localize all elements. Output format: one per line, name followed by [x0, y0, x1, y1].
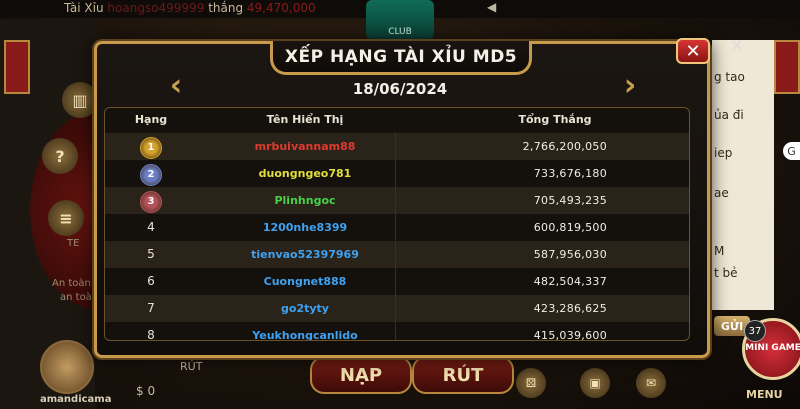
table-row[interactable]: 7 go2tyty 423,286,625 — [105, 295, 689, 322]
speaker-icon[interactable]: ◀ — [487, 0, 501, 14]
table-row[interactable]: 1 mrbuivannam88 2,766,200,050 — [105, 133, 689, 160]
chat-line: ae — [714, 186, 729, 200]
chat-line: M — [714, 244, 725, 258]
chevron-left-icon[interactable]: ‹ — [166, 71, 186, 101]
close-icon[interactable]: ✕ — [676, 38, 710, 64]
total-wins-cell: 587,956,030 — [533, 248, 607, 261]
rank-medal-icon: 1 — [140, 137, 162, 159]
player-balance: $ 0 — [136, 384, 156, 398]
player-name-cell: Cuongnet888 — [263, 275, 347, 288]
left-label-safe: An toàn — [52, 278, 91, 289]
deposit-button[interactable]: NẠP — [310, 356, 412, 394]
total-wins-cell: 415,039,600 — [533, 329, 607, 341]
column-divider — [395, 132, 396, 340]
left-label-safe2: an toàn — [60, 292, 99, 303]
win-ticker: Tài Xỉu hoangso499999 thắng 49,470,000 — [64, 1, 316, 15]
player-name-cell: 1200nhe8399 — [262, 221, 348, 234]
chat-close-icon[interactable]: ✕ — [730, 36, 754, 58]
table-row[interactable]: 6 Cuongnet888 482,504,337 — [105, 268, 689, 295]
total-wins-cell: 2,766,200,050 — [522, 140, 607, 153]
left-banner — [4, 40, 30, 94]
chat-line: ủa đi — [714, 108, 744, 122]
rank-cell: 1 — [123, 133, 179, 160]
total-wins-cell: 705,493,235 — [533, 194, 607, 207]
player-name-cell: duongngeo781 — [258, 167, 352, 180]
mail-icon[interactable]: ✉ — [636, 368, 666, 398]
column-display-name: Tên Hiển Thị — [266, 113, 344, 126]
column-total-wins: Tổng Thắng — [518, 113, 592, 126]
chat-line: iep — [714, 146, 733, 160]
rank-medal-icon: 2 — [140, 164, 162, 186]
leaderboard-date: 18/06/2024 — [352, 80, 448, 98]
total-wins-cell: 600,819,500 — [533, 221, 607, 234]
table-row[interactable]: 2 duongngeo781 733,676,180 — [105, 160, 689, 187]
table-row[interactable]: 8 Yeukhongcanlido 415,039,600 — [105, 322, 689, 341]
chat-line: g tao — [714, 70, 745, 84]
rank-medal-icon: 3 — [140, 191, 162, 213]
rank-cell: 8 — [147, 328, 155, 341]
table-header: Hạng Tên Hiển Thị Tổng Thắng — [105, 108, 689, 132]
rut-small-label: RÚT — [180, 360, 203, 373]
modal-title-tab: XẾP HẠNG TÀI XỈU MD5 — [270, 41, 532, 75]
table-row[interactable]: 4 1200nhe8399 600,819,500 — [105, 214, 689, 241]
club-logo: CLUB — [366, 0, 434, 40]
ticker-mid: thắng — [208, 1, 244, 15]
right-banner — [774, 40, 800, 94]
rank-cell: 7 — [147, 301, 155, 315]
player-name-cell: Plinhngoc — [274, 194, 336, 207]
gift-icon[interactable]: ▣ — [580, 368, 610, 398]
rank-cell: 4 — [147, 220, 155, 234]
withdraw-button[interactable]: RÚT — [412, 356, 514, 394]
player-name-cell: go2tyty — [281, 302, 329, 315]
ticker-prefix: Tài Xỉu — [64, 1, 104, 15]
rank-cell: 6 — [147, 274, 155, 288]
ticker-amount: 49,470,000 — [246, 1, 316, 15]
avatar[interactable] — [40, 340, 94, 394]
modal-title: XẾP HẠNG TÀI XỈU MD5 — [284, 46, 518, 67]
total-wins-cell: 733,676,180 — [533, 167, 607, 180]
total-wins-cell: 482,504,337 — [533, 275, 607, 288]
player-name-cell: Yeukhongcanlido — [252, 329, 358, 341]
player-name-cell: mrbuivannam88 — [254, 140, 356, 153]
player-name-cell: tienvao52397969 — [251, 248, 359, 261]
player-name: amandicama — [40, 394, 112, 405]
chart-icon[interactable]: ▥ — [62, 82, 98, 118]
table-row[interactable]: 3 Plinhngoc 705,493,235 — [105, 187, 689, 214]
dice-icon[interactable]: ⚄ — [516, 368, 546, 398]
rank-cell: 3 — [123, 187, 179, 214]
history-icon[interactable]: ≡ — [48, 200, 84, 236]
menu-button[interactable]: MENU — [746, 388, 783, 401]
rank-cell: 5 — [147, 247, 155, 261]
total-wins-cell: 423,286,625 — [533, 302, 607, 315]
leaderboard-table: Hạng Tên Hiển Thị Tổng Thắng 1 mrbuivanna… — [104, 107, 690, 341]
mini-game-badge: 37 — [744, 320, 766, 342]
table-row[interactable]: 5 tienvao52397969 587,956,030 — [105, 241, 689, 268]
rank-cell: 2 — [123, 160, 179, 187]
left-label-te: TE — [67, 238, 80, 249]
chat-line: t bẻ — [714, 266, 738, 280]
ticker-user: hoangso499999 — [107, 1, 205, 15]
google-icon[interactable]: G — [783, 142, 800, 160]
help-icon[interactable]: ? — [42, 138, 78, 174]
chevron-right-icon[interactable]: › — [620, 71, 640, 101]
column-rank: Hạng — [134, 113, 168, 126]
